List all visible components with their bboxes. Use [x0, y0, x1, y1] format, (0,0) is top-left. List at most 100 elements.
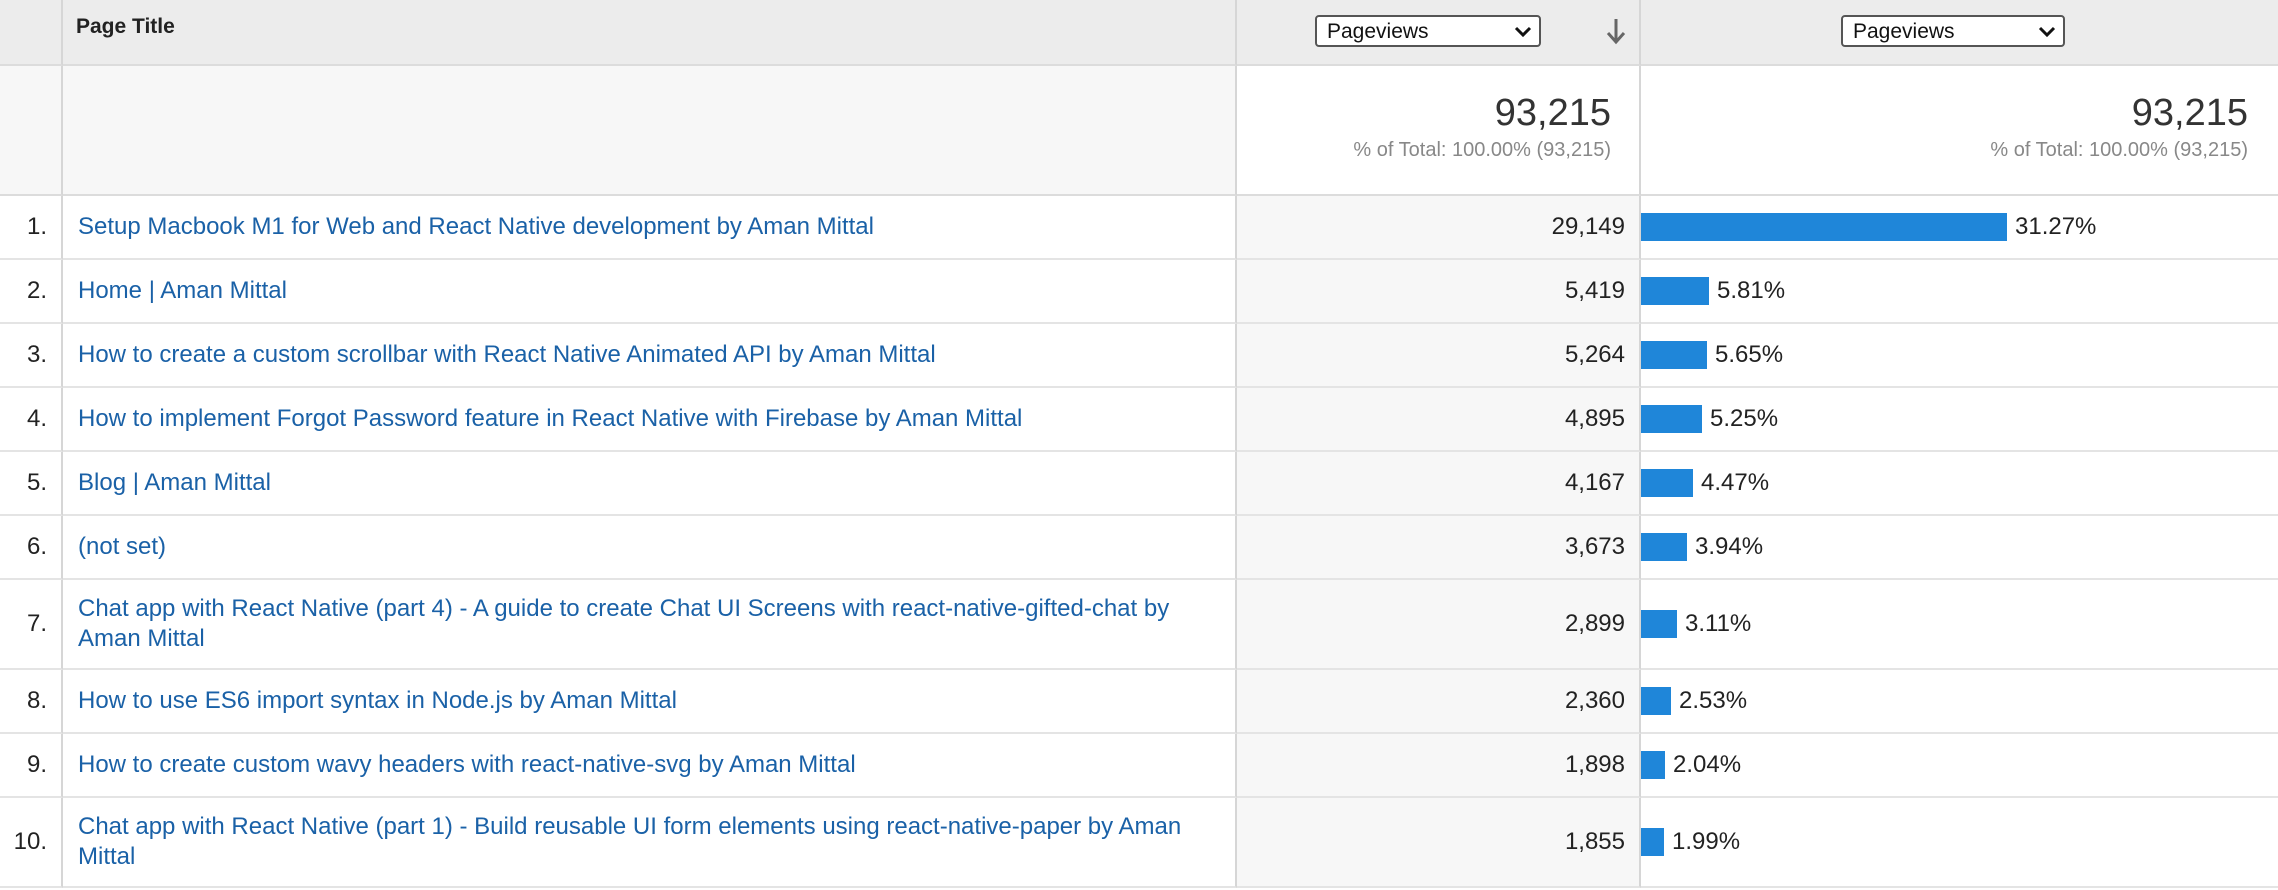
page-title-link[interactable]: Setup Macbook M1 for Web and React Nativ… — [78, 212, 1221, 242]
row-pageviews-cell: 3,673 — [1237, 516, 1641, 580]
index-column-header — [0, 0, 63, 66]
row-index: 10. — [13, 828, 47, 855]
row-index: 7. — [26, 610, 47, 637]
row-index-cell: 1. — [0, 196, 63, 260]
row-title-cell: Chat app with React Native (part 1) - Bu… — [63, 798, 1237, 888]
percent-bar-group: 5.81% — [1641, 276, 1785, 306]
percent-bar — [1641, 277, 1709, 305]
row-index: 4. — [26, 405, 47, 432]
percent-bar-label: 2.04% — [1673, 751, 1742, 778]
total-percent-label-comparison: % of Total: 100.00% (93,215) — [1990, 139, 2248, 161]
row-index: 8. — [26, 687, 47, 714]
row-percent-bar-cell: 5.65% — [1641, 324, 2278, 388]
page-title-link[interactable]: Home | Aman Mittal — [78, 276, 1221, 306]
percent-bar — [1641, 687, 1671, 715]
percent-bar — [1641, 610, 1677, 638]
page-title-link[interactable]: Chat app with React Native (part 4) - A … — [78, 594, 1221, 654]
totals-comparison-cell: 93,215 % of Total: 100.00% (93,215) — [1641, 66, 2278, 196]
row-pageviews-cell: 5,264 — [1237, 324, 1641, 388]
percent-bar-label: 31.27% — [2015, 213, 2097, 240]
row-pageviews-cell: 2,899 — [1237, 580, 1641, 670]
percent-bar — [1641, 341, 1707, 369]
totals-index-cell — [0, 66, 63, 196]
totals-value-cell: 93,215 % of Total: 100.00% (93,215) — [1237, 66, 1641, 196]
total-pageviews: 93,215 — [1494, 92, 1611, 134]
percent-bar-label: 5.81% — [1717, 277, 1786, 304]
page-title-column-header[interactable]: Page Title — [63, 0, 1237, 66]
totals-title-cell — [63, 66, 1237, 196]
row-pageviews-value: 1,855 — [1564, 828, 1625, 855]
percent-bar-group: 1.99% — [1641, 827, 1740, 857]
percent-bar-label: 5.65% — [1715, 341, 1784, 368]
row-index-cell: 6. — [0, 516, 63, 580]
sort-descending-arrow-icon[interactable] — [1603, 16, 1629, 46]
row-title-cell: (not set) — [63, 516, 1237, 580]
percent-bar-group: 3.11% — [1641, 609, 1751, 639]
report-grid: Page Title Pageviews Pageviews 93,215 % … — [0, 0, 2278, 888]
row-percent-bar-cell: 31.27% — [1641, 196, 2278, 260]
row-index-cell: 7. — [0, 580, 63, 670]
row-index-cell: 3. — [0, 324, 63, 388]
percent-bar-label: 4.47% — [1701, 469, 1770, 496]
row-title-cell: Blog | Aman Mittal — [63, 452, 1237, 516]
percent-bar-group: 4.47% — [1641, 468, 1769, 498]
row-title-cell: Setup Macbook M1 for Web and React Nativ… — [63, 196, 1237, 260]
metric-select-primary-value: Pageviews — [1327, 20, 1429, 43]
row-percent-bar-cell: 2.53% — [1641, 670, 2278, 734]
row-pageviews-cell: 29,149 — [1237, 196, 1641, 260]
page-title-link[interactable]: How to use ES6 import syntax in Node.js … — [78, 686, 1221, 716]
percent-bar-group: 2.53% — [1641, 686, 1747, 716]
page-title-link[interactable]: How to implement Forgot Password feature… — [78, 404, 1221, 434]
row-title-cell: How to create a custom scrollbar with Re… — [63, 324, 1237, 388]
chevron-down-icon — [2038, 26, 2056, 38]
row-index: 3. — [26, 341, 47, 368]
row-index-cell: 10. — [0, 798, 63, 888]
row-index: 6. — [26, 533, 47, 560]
row-pageviews-value: 29,149 — [1551, 213, 1625, 240]
comparison-column-header: Pageviews — [1641, 0, 2278, 66]
row-index-cell: 2. — [0, 260, 63, 324]
percent-bar — [1641, 213, 2007, 241]
row-index: 2. — [26, 277, 47, 304]
row-title-cell: How to use ES6 import syntax in Node.js … — [63, 670, 1237, 734]
row-percent-bar-cell: 1.99% — [1641, 798, 2278, 888]
row-pageviews-cell: 2,360 — [1237, 670, 1641, 734]
percent-bar-group: 3.94% — [1641, 532, 1763, 562]
row-pageviews-cell: 4,167 — [1237, 452, 1641, 516]
percent-bar — [1641, 751, 1665, 779]
row-index-cell: 8. — [0, 670, 63, 734]
row-pageviews-value: 2,899 — [1564, 610, 1625, 637]
page-title-link[interactable]: Blog | Aman Mittal — [78, 468, 1221, 498]
row-index-cell: 9. — [0, 734, 63, 798]
metric-select-comparison[interactable]: Pageviews — [1841, 15, 2065, 47]
row-index-cell: 5. — [0, 452, 63, 516]
page-title-header-label: Page Title — [76, 15, 175, 38]
percent-bar-label: 5.25% — [1710, 405, 1779, 432]
row-index-cell: 4. — [0, 388, 63, 452]
row-percent-bar-cell: 3.94% — [1641, 516, 2278, 580]
row-percent-bar-cell: 4.47% — [1641, 452, 2278, 516]
row-percent-bar-cell: 5.25% — [1641, 388, 2278, 452]
pageviews-report-table: Page Title Pageviews Pageviews 93,215 % … — [0, 0, 2278, 890]
row-title-cell: How to implement Forgot Password feature… — [63, 388, 1237, 452]
row-pageviews-cell: 1,855 — [1237, 798, 1641, 888]
row-pageviews-value: 5,419 — [1564, 277, 1625, 304]
percent-bar-label: 2.53% — [1679, 687, 1748, 714]
row-pageviews-value: 1,898 — [1564, 751, 1625, 778]
pageviews-column-header: Pageviews — [1237, 0, 1641, 66]
row-pageviews-cell: 1,898 — [1237, 734, 1641, 798]
percent-bar — [1641, 469, 1693, 497]
page-title-link[interactable]: How to create custom wavy headers with r… — [78, 750, 1221, 780]
row-pageviews-value: 4,167 — [1564, 469, 1625, 496]
percent-bar-group: 5.25% — [1641, 404, 1778, 434]
page-title-link[interactable]: Chat app with React Native (part 1) - Bu… — [78, 812, 1221, 872]
row-pageviews-value: 2,360 — [1564, 687, 1625, 714]
page-title-link[interactable]: (not set) — [78, 532, 1221, 562]
percent-bar-group: 31.27% — [1641, 212, 2096, 242]
metric-select-primary[interactable]: Pageviews — [1315, 15, 1541, 47]
chevron-down-icon — [1514, 26, 1532, 38]
row-pageviews-cell: 5,419 — [1237, 260, 1641, 324]
page-title-link[interactable]: How to create a custom scrollbar with Re… — [78, 340, 1221, 370]
total-pageviews-comparison: 93,215 — [2131, 92, 2248, 134]
row-percent-bar-cell: 3.11% — [1641, 580, 2278, 670]
